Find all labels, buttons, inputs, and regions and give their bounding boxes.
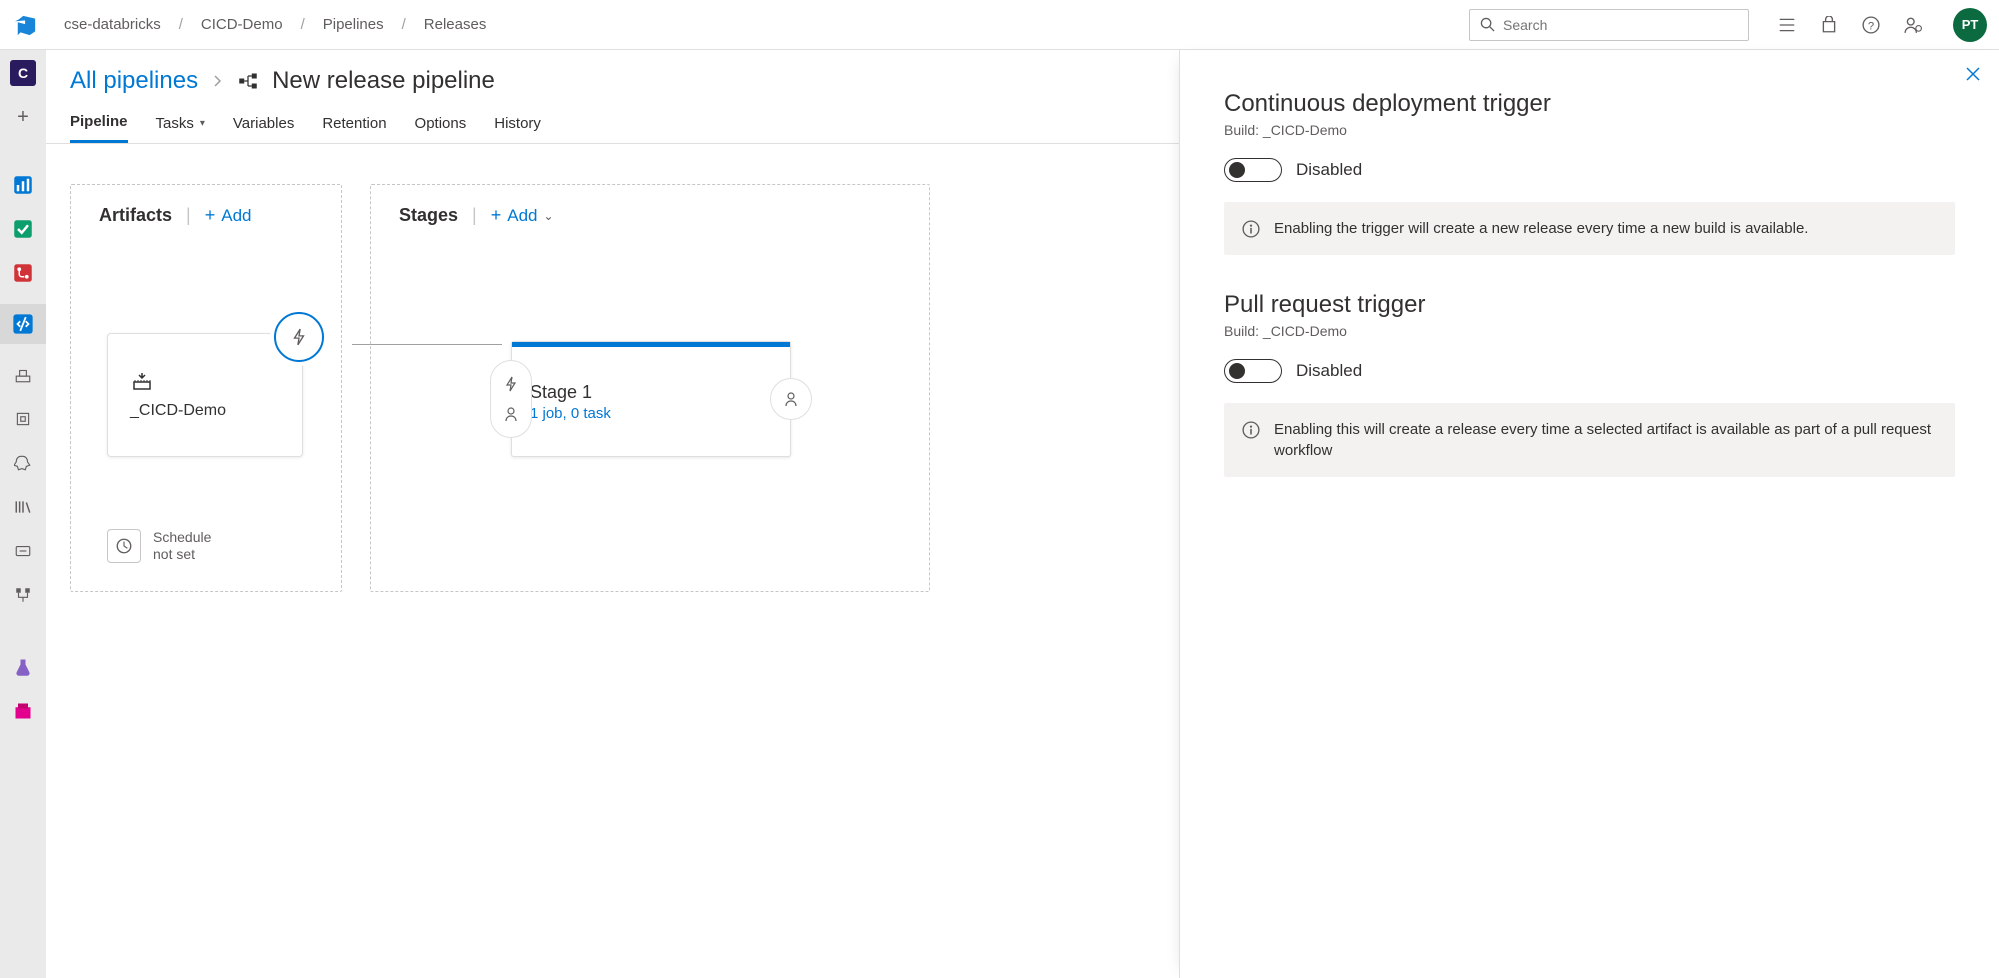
tab-retention[interactable]: Retention [322,113,386,143]
stage-card[interactable]: Stage 1 1 job, 0 task [511,341,791,457]
search-input[interactable] [1503,17,1738,33]
pipeline-type-icon [238,71,258,91]
pr-trigger-title: Pull request trigger [1224,291,1955,319]
top-bar: cse-databricks / CICD-Demo / Pipelines /… [0,0,1999,50]
main-area: All pipelines New release pipeline Save … [46,50,1999,978]
project-tile[interactable]: C [10,60,36,86]
pr-trigger-state: Disabled [1296,361,1362,381]
breadcrumb-project[interactable]: CICD-Demo [201,16,283,33]
breadcrumb-releases[interactable]: Releases [424,16,487,33]
add-icon[interactable]: + [10,104,36,130]
info-icon [1242,220,1260,238]
builds-icon[interactable] [10,362,36,388]
tab-variables[interactable]: Variables [233,113,294,143]
search-box[interactable] [1469,9,1749,41]
stages-panel: Stages | + Add ⌄ Stage 1 1 job, 0 task [370,184,930,592]
cd-trigger-title: Continuous deployment trigger [1224,90,1955,118]
cd-trigger-toggle[interactable] [1224,158,1282,182]
top-actions: ? PT [1777,8,1987,42]
breadcrumb-separator: / [179,16,183,33]
cd-trigger-badge[interactable] [274,312,324,362]
user-settings-icon[interactable] [1903,15,1923,35]
avatar[interactable]: PT [1953,8,1987,42]
trigger-panel: Continuous deployment trigger Build: _CI… [1179,50,1999,978]
close-icon [1965,66,1981,82]
azure-devops-logo-icon[interactable] [12,11,40,39]
breadcrumb-org[interactable]: cse-databricks [64,16,161,33]
list-icon[interactable] [1777,15,1797,35]
add-artifact-button[interactable]: + Add [205,205,252,226]
all-pipelines-link[interactable]: All pipelines [70,67,198,95]
schedule-trigger[interactable]: Schedule not set [107,529,233,563]
artifacts-nav-icon[interactable] [10,698,36,724]
library-icon[interactable] [10,494,36,520]
pipelines-nav-selected[interactable] [0,304,46,344]
plus-icon: + [491,205,502,226]
cd-trigger-state: Disabled [1296,160,1362,180]
pr-trigger-info: Enabling this will create a release ever… [1224,403,1955,477]
left-nav: C + [0,50,46,978]
pre-deployment-conditions[interactable] [490,360,532,438]
releases-icon[interactable] [10,450,36,476]
repos-icon[interactable] [10,260,36,286]
stage-name: Stage 1 [530,382,611,403]
boards-icon[interactable] [10,216,36,242]
plus-icon: + [205,205,216,226]
close-panel-button[interactable] [1965,66,1981,82]
chevron-right-icon [212,75,224,87]
clock-icon [107,529,141,563]
tab-tasks[interactable]: Tasks▾ [156,113,205,143]
build-artifact-icon [130,370,302,394]
breadcrumb-separator: / [402,16,406,33]
pipeline-title[interactable]: New release pipeline [272,67,495,95]
artifacts-title: Artifacts [99,205,172,226]
lightning-icon [290,328,308,346]
cd-trigger-info: Enabling the trigger will create a new r… [1224,202,1955,255]
pr-trigger-build: Build: _CICD-Demo [1224,323,1955,339]
info-icon [1242,421,1260,439]
deployment-groups-icon[interactable] [10,582,36,608]
test-plans-icon[interactable] [10,654,36,680]
breadcrumb-separator: / [301,16,305,33]
person-icon [783,391,799,407]
environments-icon[interactable] [10,406,36,432]
stage-detail-link[interactable]: 1 job, 0 task [530,405,611,422]
chevron-down-icon: ⌄ [543,209,553,223]
artifact-card[interactable]: _CICD-Demo [107,333,303,457]
artifacts-panel: Artifacts | + Add _CICD-Demo [70,184,342,592]
marketplace-icon[interactable] [1819,15,1839,35]
tab-options[interactable]: Options [415,113,467,143]
schedule-label: Schedule not set [153,529,233,563]
svg-text:?: ? [1868,20,1874,32]
taskgroups-icon[interactable] [10,538,36,564]
chevron-down-icon: ▾ [200,118,205,129]
overview-icon[interactable] [10,172,36,198]
cd-trigger-build: Build: _CICD-Demo [1224,122,1955,138]
help-icon[interactable]: ? [1861,15,1881,35]
post-deployment-conditions[interactable] [770,378,812,420]
pr-trigger-toggle[interactable] [1224,359,1282,383]
breadcrumb: cse-databricks / CICD-Demo / Pipelines /… [64,16,486,33]
stages-title: Stages [399,205,458,226]
tab-history[interactable]: History [494,113,541,143]
search-icon [1480,17,1495,32]
lightning-icon [503,376,519,392]
breadcrumb-pipelines[interactable]: Pipelines [323,16,384,33]
person-icon [503,406,519,422]
artifact-name: _CICD-Demo [130,402,302,420]
add-stage-button[interactable]: + Add ⌄ [491,205,554,226]
tab-pipeline[interactable]: Pipeline [70,113,128,143]
